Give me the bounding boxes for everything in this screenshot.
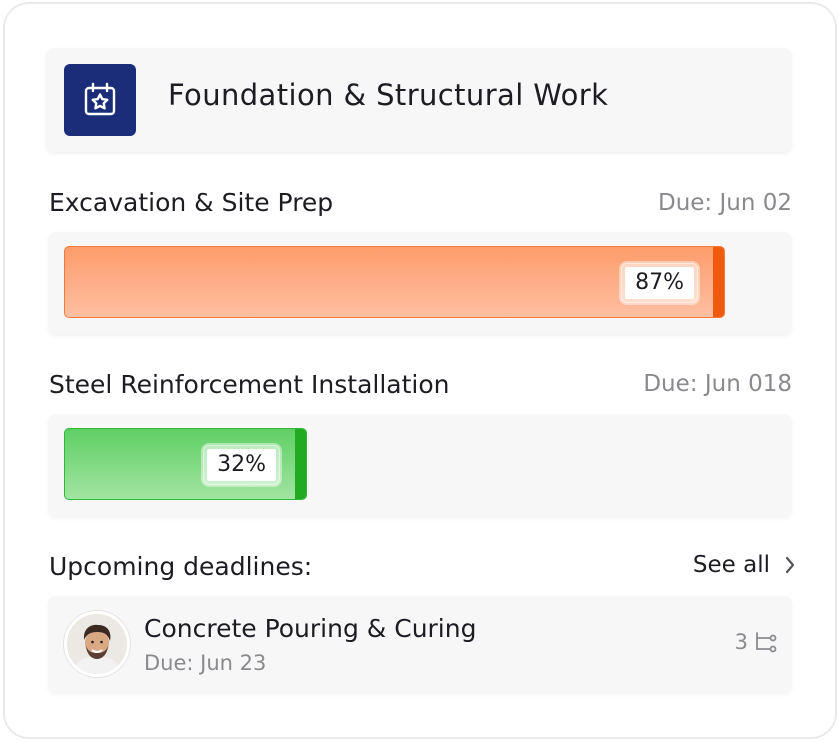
upcoming-deadlines-heading: Upcoming deadlines: — [49, 552, 313, 581]
deadline-title: Concrete Pouring & Curing — [144, 614, 477, 643]
subtask-count: 3 — [734, 630, 748, 654]
see-all-label: See all — [692, 552, 770, 578]
chevron-right-icon — [785, 556, 795, 574]
user-avatar — [64, 611, 130, 677]
progress-track: 87% — [48, 232, 792, 334]
progress-bar-edge — [295, 429, 306, 499]
task-due-date: Due: Jun 018 — [643, 371, 792, 397]
task-name: Steel Reinforcement Installation — [49, 370, 450, 399]
project-title: Foundation & Structural Work — [168, 78, 609, 112]
progress-percent-label: 87% — [621, 263, 698, 303]
subtasks-icon — [756, 632, 777, 653]
deadline-due-date: Due: Jun 23 — [144, 651, 267, 675]
task-due-date: Due: Jun 02 — [657, 190, 792, 216]
calendar-star-icon — [64, 64, 136, 136]
progress-bar-edge — [713, 247, 724, 317]
see-all-link[interactable]: See all — [693, 552, 796, 578]
subtask-counter: 3 — [735, 630, 778, 654]
progress-bar: 87% — [64, 246, 725, 318]
progress-bar: 32% — [64, 428, 307, 500]
progress-percent-label: 32% — [203, 445, 280, 485]
deadline-list-item[interactable]: Concrete Pouring & Curing Due: Jun 23 3 — [48, 596, 792, 692]
project-header[interactable]: Foundation & Structural Work — [46, 48, 792, 152]
progress-track: 32% — [48, 414, 792, 516]
task-name: Excavation & Site Prep — [49, 188, 334, 217]
